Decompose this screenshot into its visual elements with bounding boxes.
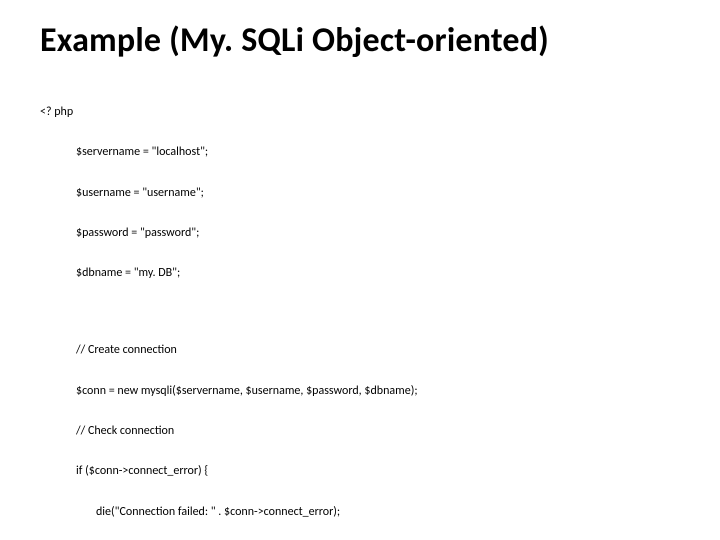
code-line: // Create connection <box>40 344 680 357</box>
slide-title: Example (My. SQLi Object-oriented) <box>40 20 680 61</box>
code-block: <? php $servername = "localhost"; $usern… <box>40 79 680 540</box>
code-line: $dbname = "my. DB"; <box>40 267 680 280</box>
slide: Example (My. SQLi Object-oriented) <? ph… <box>0 0 720 540</box>
code-line: $username = "username"; <box>40 187 680 200</box>
code-line: <? php <box>40 106 680 119</box>
blank-line <box>40 307 680 317</box>
code-line: die("Connection failed: " . $conn->conne… <box>40 506 680 519</box>
code-line: if ($conn->connect_error) { <box>40 465 680 478</box>
code-line: $conn = new mysqli($servername, $usernam… <box>40 385 680 398</box>
code-line: // Check connection <box>40 425 680 438</box>
code-line: $servername = "localhost"; <box>40 146 680 159</box>
code-line: $password = "password"; <box>40 227 680 240</box>
